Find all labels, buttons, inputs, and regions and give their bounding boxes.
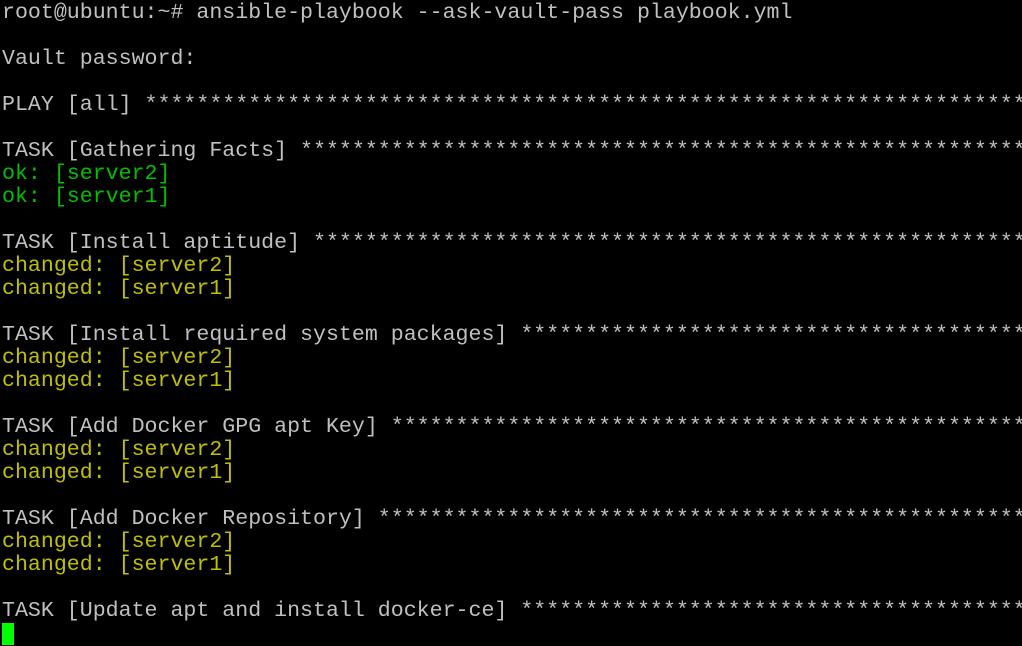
terminal-line-changed: changed: [server2]	[2, 439, 236, 462]
text-cursor	[2, 623, 14, 645]
terminal-line: TASK [Gathering Facts] *****************…	[2, 140, 1022, 163]
terminal-line-changed: changed: [server2]	[2, 347, 236, 370]
terminal-line: TASK [Add Docker GPG apt Key] **********…	[2, 416, 1022, 439]
terminal-line: TASK [Add Docker Repository] ***********…	[2, 508, 1022, 531]
terminal-line-changed: changed: [server1]	[2, 278, 236, 301]
cursor-line	[2, 623, 1022, 646]
terminal-line: TASK [Update apt and install docker-ce] …	[2, 600, 1022, 623]
terminal-line-changed: changed: [server1]	[2, 370, 236, 393]
terminal-line: PLAY [all] *****************************…	[2, 94, 1022, 117]
terminal-line-changed: changed: [server2]	[2, 531, 236, 554]
terminal-line: root@ubuntu:~# ansible-playbook --ask-va…	[2, 2, 793, 25]
terminal-line-ok: ok: [server1]	[2, 186, 171, 209]
terminal-output: root@ubuntu:~# ansible-playbook --ask-va…	[2, 2, 1022, 623]
terminal-line: Vault password:	[2, 48, 197, 71]
terminal-line-changed: changed: [server2]	[2, 255, 236, 278]
terminal-window[interactable]: root@ubuntu:~# ansible-playbook --ask-va…	[0, 0, 1022, 646]
terminal-line-changed: changed: [server1]	[2, 462, 236, 485]
terminal-line-ok: ok: [server2]	[2, 163, 171, 186]
terminal-line: TASK [Install aptitude] ****************…	[2, 232, 1022, 255]
terminal-line-changed: changed: [server1]	[2, 554, 236, 577]
terminal-line: TASK [Install required system packages] …	[2, 324, 1022, 347]
